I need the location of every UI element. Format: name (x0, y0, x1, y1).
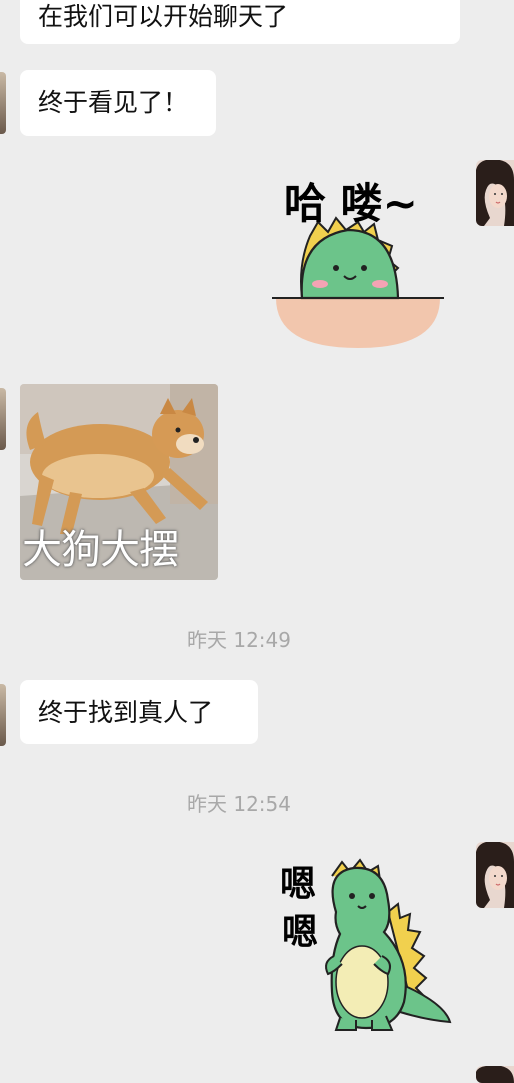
my-avatar[interactable] (476, 160, 514, 226)
message-text: 终于找到真人了 (38, 698, 214, 727)
message-text: 终于看见了！ (38, 88, 189, 117)
message-text: 在我们可以开始聊天了 (38, 2, 289, 31)
message-bubble-2[interactable]: 终于看见了！ (20, 70, 216, 136)
enen-dino-sticker[interactable]: 嗯 嗯 (276, 852, 456, 1036)
my-avatar[interactable] (476, 1066, 514, 1083)
enen-sticker-text-1: 嗯 (280, 864, 316, 905)
contact-avatar[interactable] (0, 388, 6, 450)
my-avatar[interactable] (476, 842, 514, 908)
dog-caption-text: 大狗大摆 (22, 527, 179, 573)
hello-sticker-text: 哈 喽~ (284, 179, 418, 228)
hello-dino-sticker[interactable]: 哈 喽~ (272, 160, 448, 350)
contact-avatar[interactable] (0, 72, 6, 134)
contact-avatar[interactable] (0, 684, 6, 746)
timestamp: 昨天 12:54 (187, 792, 291, 816)
enen-sticker-text-2: 嗯 (282, 912, 318, 953)
message-bubble-1[interactable]: 在我们可以开始聊天了 (20, 0, 460, 44)
message-bubble-3[interactable]: 终于找到真人了 (20, 680, 258, 744)
timestamp: 昨天 12:49 (187, 628, 291, 652)
dog-meme-sticker[interactable]: 大狗大摆 (20, 384, 218, 580)
